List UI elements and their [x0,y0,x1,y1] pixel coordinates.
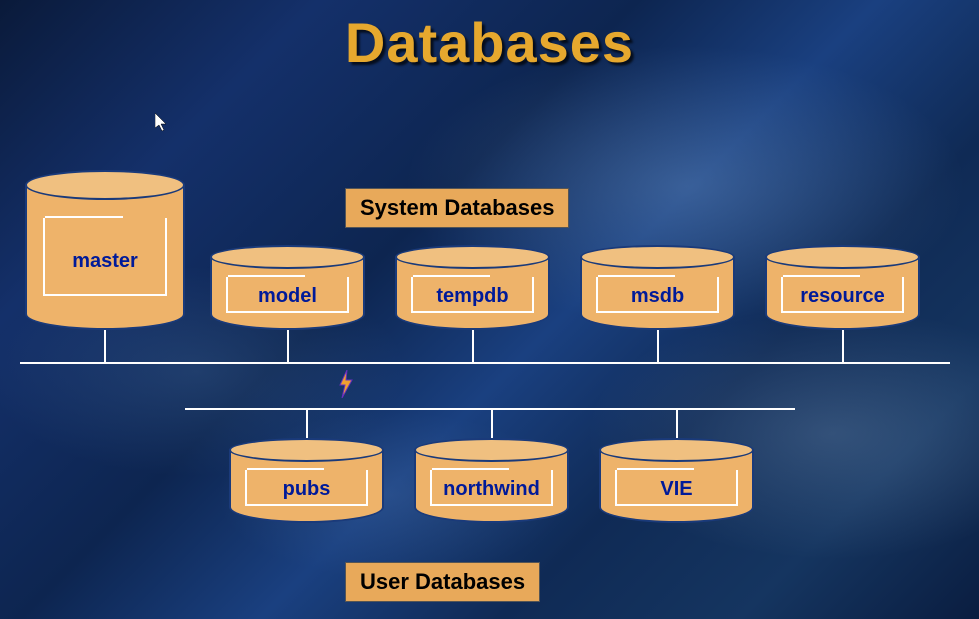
db-tempdb-label: tempdb [436,285,508,307]
db-northwind: northwind [414,438,569,523]
db-pubs-label: pubs [283,478,331,500]
db-resource: resource [765,245,920,330]
db-tempdb: tempdb [395,245,550,330]
connector-pubs [306,408,308,440]
db-model-label: model [258,285,317,307]
db-resource-label: resource [800,285,885,307]
connector-vie [676,408,678,440]
mouse-cursor-icon [155,113,169,133]
system-connector-line [20,362,950,364]
system-databases-label: System Databases [345,188,569,228]
lightning-bolt-icon [338,370,354,398]
connector-master [104,330,106,362]
connector-resource [842,330,844,362]
db-master: master [25,170,185,330]
connector-northwind [491,408,493,440]
db-pubs: pubs [229,438,384,523]
connector-msdb [657,330,659,362]
db-model: model [210,245,365,330]
db-msdb: msdb [580,245,735,330]
db-northwind-label: northwind [443,478,540,500]
db-master-label: master [72,250,138,272]
connector-model [287,330,289,362]
page-title: Databases [345,10,634,75]
user-connector-line [185,408,795,410]
user-databases-label: User Databases [345,562,540,602]
connector-tempdb [472,330,474,362]
db-msdb-label: msdb [631,285,684,307]
db-vie: VIE [599,438,754,523]
db-vie-label: VIE [660,478,692,500]
